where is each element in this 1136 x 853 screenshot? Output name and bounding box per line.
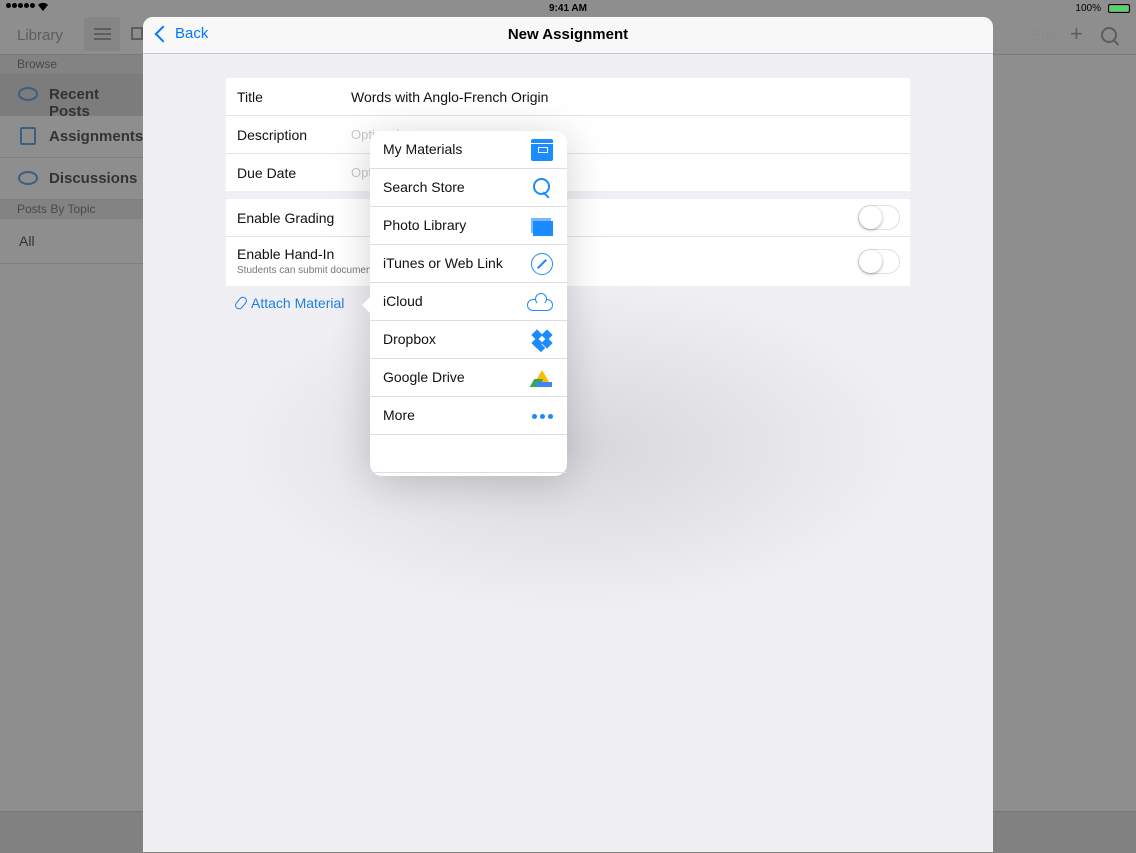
sidebar: Browse Recent Posts Assignments Discussi… (0, 55, 143, 264)
add-icon: + (1070, 21, 1083, 46)
menu-item-label: Dropbox (383, 331, 436, 347)
menu-item-icloud[interactable]: iCloud (370, 283, 567, 321)
title-label: Title (237, 89, 263, 105)
compass-icon (531, 253, 553, 275)
menu-item-label: iCloud (383, 293, 423, 309)
menu-item-my-materials[interactable]: My Materials (370, 131, 567, 169)
grading-row: Enable Grading (226, 199, 910, 237)
grading-label: Enable Grading (237, 210, 335, 226)
title-row[interactable]: Title Words with Anglo-French Origin (226, 78, 910, 116)
sidebar-item-label: All (19, 233, 35, 249)
sidebar-item-label: Recent Posts (49, 86, 100, 120)
sidebar-item-assignments: Assignments (0, 116, 143, 158)
due-date-row[interactable]: Due Date Optional (226, 154, 910, 191)
search-icon (1101, 27, 1117, 43)
handin-sublabel: Students can submit documents (237, 265, 380, 276)
attach-material-button[interactable]: Attach Material (233, 295, 345, 311)
menu-item-more[interactable]: More (370, 397, 567, 435)
due-date-label: Due Date (237, 165, 297, 181)
menu-item-label: iTunes or Web Link (383, 255, 503, 271)
details-group: Title Words with Anglo-French Origin Des… (226, 78, 910, 191)
speech-bubbles-icon (18, 171, 38, 185)
status-time: 9:41 AM (549, 3, 587, 14)
library-button: Library (17, 27, 63, 44)
archive-box-icon (531, 139, 553, 161)
battery-percentage: 100% (1075, 3, 1101, 14)
edit-button: Edit (1032, 27, 1057, 43)
more-dots-icon (531, 405, 553, 427)
list-icon (20, 127, 36, 145)
attach-material-label: Attach Material (251, 295, 345, 311)
popover-shadow (223, 277, 923, 617)
description-row[interactable]: Description Optional (226, 116, 910, 154)
menu-item-search-store[interactable]: Search Store (370, 169, 567, 207)
grading-toggle[interactable] (858, 205, 900, 230)
menu-item-photo-library[interactable]: Photo Library (370, 207, 567, 245)
menu-item-label: Google Drive (383, 369, 465, 385)
sidebar-item-discussions: Discussions (0, 158, 143, 200)
title-field[interactable]: Words with Anglo-French Origin (351, 89, 548, 105)
settings-group: Enable Grading Enable Hand-In Students c… (226, 199, 910, 286)
sidebar-item-label: Assignments (49, 128, 144, 145)
menu-item-dropbox[interactable]: Dropbox (370, 321, 567, 359)
handin-label: Enable Hand-In (237, 246, 335, 262)
cloud-icon (527, 291, 555, 313)
modal-navbar: Back New Assignment (143, 17, 993, 54)
status-bar: 9:41 AM 100% (0, 0, 1136, 17)
posts-by-topic-header: Posts By Topic (0, 200, 143, 219)
menu-item-google-drive[interactable]: Google Drive (370, 359, 567, 397)
menu-item-label: Photo Library (383, 217, 467, 233)
speech-bubble-icon (18, 87, 38, 101)
battery-icon (1108, 4, 1130, 13)
search-icon (531, 177, 553, 199)
sidebar-item-recent-posts: Recent Posts (0, 74, 143, 120)
dropbox-icon (531, 329, 553, 353)
google-drive-icon (529, 367, 553, 389)
menu-item-label: My Materials (383, 141, 463, 157)
menu-item-itunes-web-link[interactable]: iTunes or Web Link (370, 245, 567, 283)
photo-stack-icon (531, 215, 553, 237)
popover-empty-row (370, 435, 567, 473)
sidebar-item-label: Discussions (49, 170, 138, 187)
menu-item-label: More (383, 407, 415, 423)
description-label: Description (237, 127, 308, 143)
sidebar-item-all: All (0, 219, 143, 264)
menu-item-label: Search Store (383, 179, 465, 195)
handin-toggle[interactable] (858, 249, 900, 274)
list-view-icon (84, 17, 120, 51)
new-assignment-modal: Back New Assignment Title Words with Ang… (143, 17, 993, 852)
calendar-icon (131, 27, 143, 40)
attach-material-popover: My Materials Search Store Photo Library … (362, 131, 567, 476)
browse-header: Browse (0, 55, 143, 74)
paperclip-icon (233, 295, 249, 311)
modal-title: New Assignment (507, 26, 629, 43)
